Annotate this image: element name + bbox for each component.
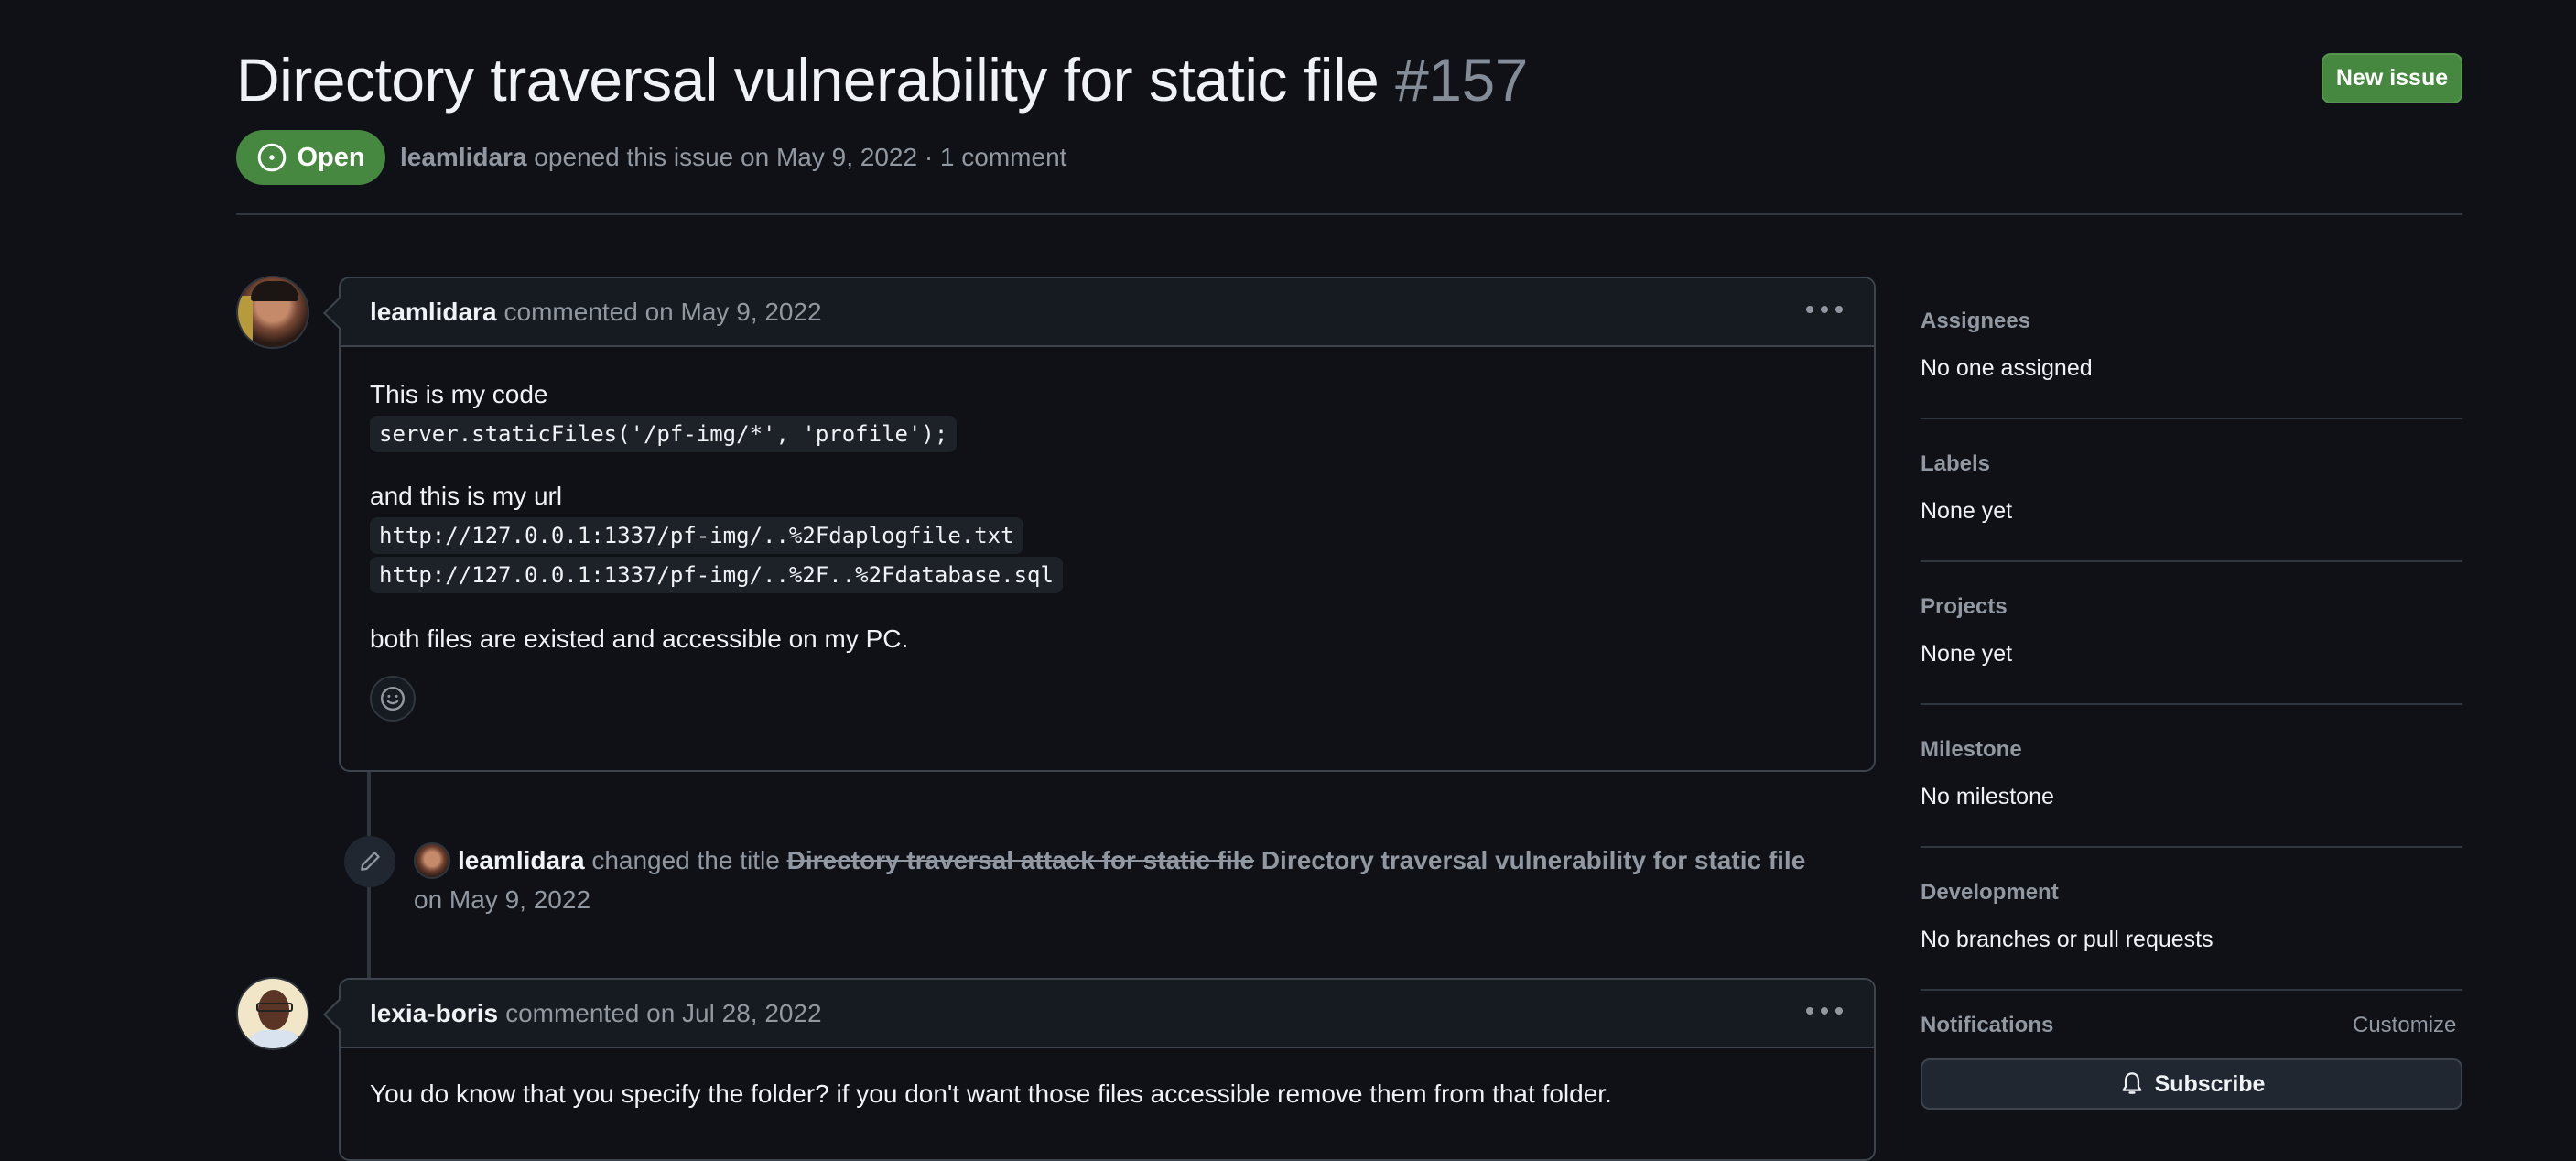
comment-pointer <box>323 999 354 1030</box>
sidebar-development[interactable]: Development No branches or pull requests <box>1921 864 2462 991</box>
bell-icon <box>2122 1072 2142 1094</box>
new-title: Directory traversal vulnerability for st… <box>1261 846 1806 874</box>
comment-header: leamlidara commented on May 9, 2022 <box>323 278 1874 347</box>
comment-timestamp[interactable]: commented on Jul 28, 2022 <box>505 999 822 1028</box>
comment: lexia-boris commented on Jul 28, 2022 Yo… <box>323 978 1876 1161</box>
avatar[interactable] <box>236 276 309 349</box>
code-snippet: http://127.0.0.1:1337/pf-img/..%2Fdaplog… <box>370 517 1023 554</box>
comment: leamlidara commented on May 9, 2022 This… <box>323 277 1876 772</box>
title-changed-event-badge <box>344 836 395 887</box>
header-divider <box>236 213 2462 215</box>
kebab-menu-icon[interactable] <box>1806 1007 1843 1015</box>
code-snippet: http://127.0.0.1:1337/pf-img/..%2F..%2Fd… <box>370 557 1063 593</box>
sidebar-heading[interactable]: Labels <box>1921 451 1990 477</box>
sidebar-heading[interactable]: Milestone <box>1921 737 2022 763</box>
sidebar-value: None yet <box>1921 498 2013 524</box>
issue-meta: leamlidara opened this issue on May 9, 2… <box>400 141 1066 174</box>
smiley-icon <box>380 686 406 711</box>
issue-title-text: Directory traversal vulnerability for st… <box>236 46 1380 114</box>
event-date[interactable]: on May 9, 2022 <box>414 880 1860 919</box>
old-title: Directory traversal attack for static fi… <box>786 846 1255 874</box>
comment-body: You do know that you specify the folder?… <box>341 1048 1874 1112</box>
sidebar-value: No milestone <box>1921 784 2054 809</box>
kebab-menu-icon[interactable] <box>1806 306 1843 313</box>
sidebar-heading[interactable]: Development <box>1921 880 2059 906</box>
sidebar-heading[interactable]: Projects <box>1921 594 2008 620</box>
status-label: Open <box>297 142 365 172</box>
status-badge: Open <box>236 130 385 185</box>
code-snippet: server.staticFiles('/pf-img/*', 'profile… <box>370 416 958 452</box>
avatar[interactable] <box>236 977 309 1050</box>
comment-pointer <box>323 298 354 329</box>
sidebar-value: No branches or pull requests <box>1921 927 2213 952</box>
comment-text: This is my code <box>370 380 548 408</box>
sidebar-assignees[interactable]: Assignees No one assigned <box>1921 293 2462 419</box>
comment-body: This is my code server.staticFiles('/pf-… <box>341 347 1874 722</box>
sidebar-value: No one assigned <box>1921 355 2093 381</box>
add-reaction-button[interactable] <box>370 676 416 722</box>
notifications-heading: Notifications <box>1921 1013 2054 1037</box>
event-action: changed the title <box>591 846 780 874</box>
comment-author-link[interactable]: lexia-boris <box>370 999 498 1028</box>
issue-sidebar: Assignees No one assigned Labels None ye… <box>1921 293 2462 1007</box>
subscribe-button[interactable]: Subscribe <box>1921 1058 2462 1110</box>
sidebar-value: None yet <box>1921 641 2013 667</box>
pencil-icon <box>361 852 380 871</box>
comment-text: both files are existed and accessible on… <box>370 624 909 653</box>
sidebar-milestone[interactable]: Milestone No milestone <box>1921 722 2462 848</box>
issue-title: Directory traversal vulnerability for st… <box>236 38 1528 121</box>
sidebar-heading[interactable]: Assignees <box>1921 309 2030 334</box>
subscribe-label: Subscribe <box>2154 1070 2266 1097</box>
issue-number: #157 <box>1395 46 1528 114</box>
issue-author-link[interactable]: leamlidara <box>400 143 527 171</box>
sidebar-projects[interactable]: Projects None yet <box>1921 579 2462 705</box>
comment-author-link[interactable]: leamlidara <box>370 298 497 327</box>
issue-open-icon <box>258 143 287 172</box>
comment-text: and this is my url <box>370 482 563 510</box>
sidebar-labels[interactable]: Labels None yet <box>1921 436 2462 562</box>
comment-timestamp[interactable]: commented on May 9, 2022 <box>504 298 822 327</box>
title-change-event: leamlidara changed the title Directory t… <box>414 841 1860 919</box>
event-actor-link[interactable]: leamlidara <box>458 846 585 874</box>
new-issue-button[interactable]: New issue <box>2322 53 2462 103</box>
issue-meta-text: opened this issue on May 9, 2022 · 1 com… <box>526 143 1067 171</box>
comment-header: lexia-boris commented on Jul 28, 2022 <box>323 980 1874 1048</box>
customize-notifications-link[interactable]: Customize <box>2353 1013 2456 1038</box>
comment-text: You do know that you specify the folder?… <box>370 1080 1612 1108</box>
